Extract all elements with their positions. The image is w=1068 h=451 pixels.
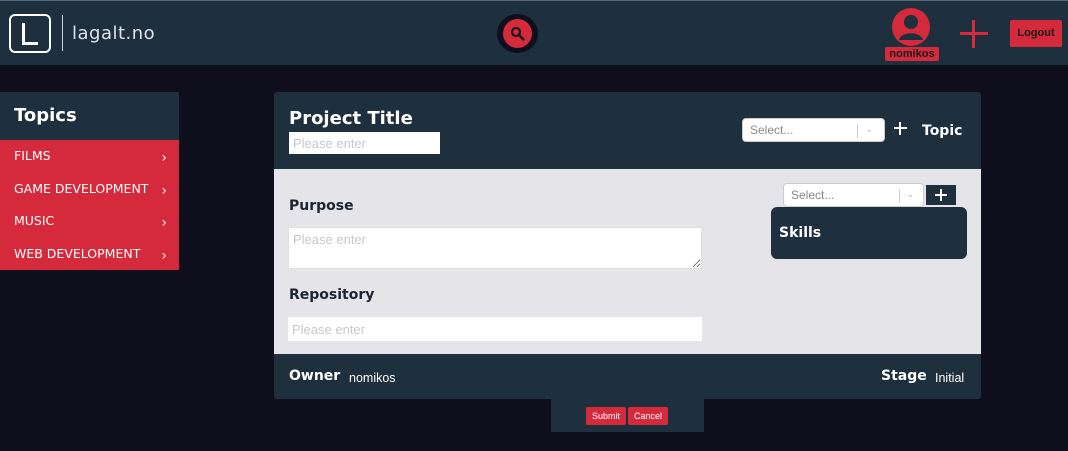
card-header: Project Title Select... ⌄ Topic <box>274 92 981 169</box>
purpose-label: Purpose <box>289 198 354 214</box>
chevron-right-icon: › <box>161 215 167 231</box>
project-title-label: Project Title <box>289 108 413 129</box>
stage-label: Stage <box>881 368 927 384</box>
chevron-down-icon: ⌄ <box>906 189 915 200</box>
card-body: Purpose Repository Select... ⌄ Skills <box>274 169 981 354</box>
sidebar-item-films[interactable]: FILMS › <box>0 140 179 173</box>
user-avatar-icon[interactable] <box>891 7 931 47</box>
username-badge[interactable]: nomikos <box>885 47 939 61</box>
sidebar-item-label: WEB DEVELOPMENT <box>14 245 141 261</box>
top-navbar: lagalt.no nomikos Logout <box>0 0 1068 65</box>
skills-panel: Skills <box>771 207 967 259</box>
submit-button[interactable]: Submit <box>586 407 626 425</box>
chevron-right-icon: › <box>161 150 167 166</box>
sidebar-item-game-development[interactable]: GAME DEVELOPMENT › <box>0 172 179 205</box>
sidebar-item-label: GAME DEVELOPMENT <box>14 180 149 196</box>
sidebar-title: Topics <box>0 92 179 140</box>
skill-select[interactable]: Select... ⌄ <box>783 183 924 207</box>
owner-label: Owner <box>289 368 341 384</box>
form-actions: Submit Cancel <box>551 399 704 432</box>
stage-value: Initial <box>935 371 965 385</box>
card-footer: Owner nomikos Stage Initial <box>274 354 981 399</box>
repository-input[interactable] <box>288 317 702 341</box>
plus-icon[interactable] <box>960 20 988 48</box>
topic-select-placeholder: Select... <box>750 123 794 137</box>
logo-icon[interactable] <box>9 14 51 53</box>
chevron-right-icon: › <box>161 247 167 264</box>
logo-divider <box>62 15 63 51</box>
select-separator <box>857 124 858 138</box>
repository-label: Repository <box>289 287 375 303</box>
brand-name[interactable]: lagalt.no <box>72 23 155 44</box>
purpose-textarea[interactable] <box>288 227 702 269</box>
project-form-card: Project Title Select... ⌄ Topic Purpose … <box>274 92 981 399</box>
sidebar-item-label: FILMS <box>14 148 51 163</box>
logout-button[interactable]: Logout <box>1010 20 1062 47</box>
add-topic-icon[interactable] <box>894 122 907 135</box>
project-title-input[interactable] <box>289 132 440 154</box>
sidebar-item-label: MUSIC <box>14 213 55 228</box>
skill-select-placeholder: Select... <box>791 188 835 202</box>
topic-label: Topic <box>922 123 963 139</box>
topics-sidebar: Topics FILMS › GAME DEVELOPMENT › MUSIC … <box>0 92 179 270</box>
search-button[interactable] <box>497 14 538 53</box>
owner-value: nomikos <box>349 371 396 385</box>
skills-label: Skills <box>779 225 822 241</box>
add-skill-button[interactable] <box>926 185 956 205</box>
chevron-down-icon: ⌄ <box>865 124 874 135</box>
topic-select[interactable]: Select... ⌄ <box>742 118 885 142</box>
chevron-right-icon: › <box>161 182 167 199</box>
sidebar-item-web-development[interactable]: WEB DEVELOPMENT › <box>0 237 179 270</box>
search-icon <box>503 19 532 48</box>
cancel-button[interactable]: Cancel <box>628 407 668 425</box>
sidebar-item-music[interactable]: MUSIC › <box>0 205 179 238</box>
select-separator <box>899 189 900 203</box>
